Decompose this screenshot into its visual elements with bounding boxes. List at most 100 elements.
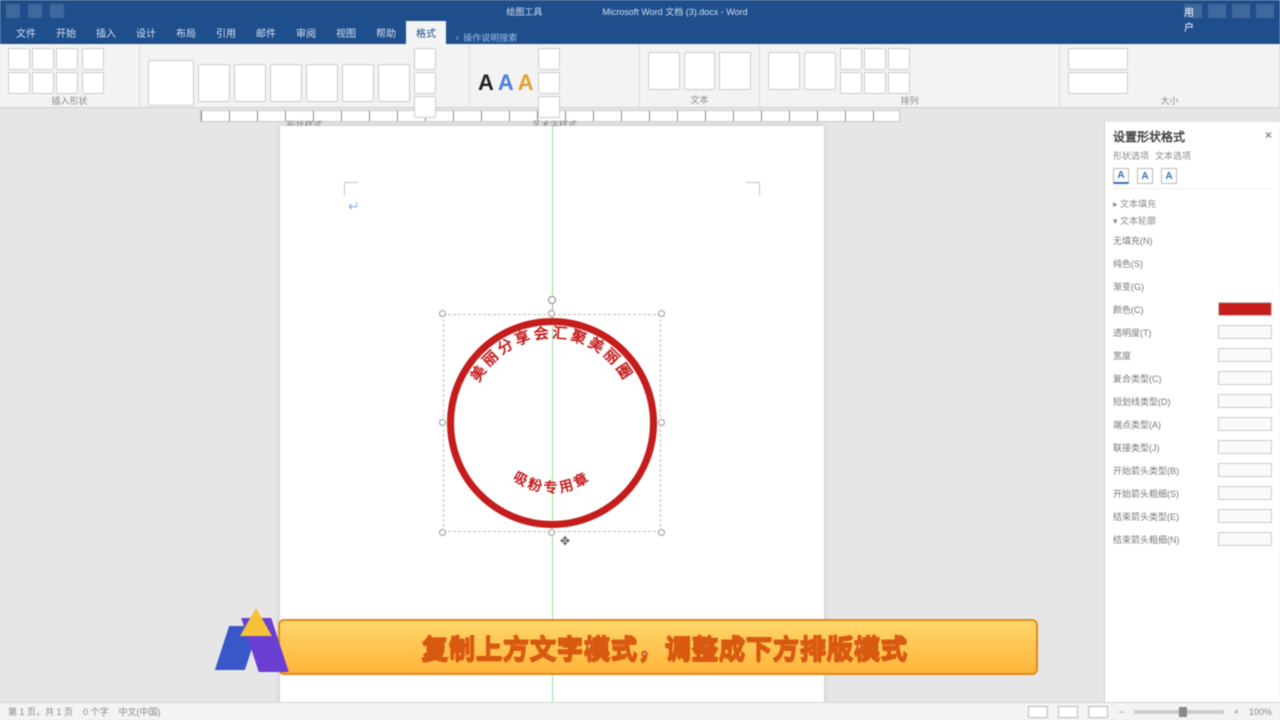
save-icon[interactable] (6, 4, 20, 18)
opt-no-fill[interactable]: 无填充(N) (1113, 234, 1153, 247)
section-text-outline[interactable]: 文本轮廓 (1113, 214, 1272, 227)
edit-shape-icon[interactable] (82, 48, 104, 70)
compound-type-select[interactable] (1218, 371, 1272, 385)
shape-style-preset-1[interactable] (148, 60, 194, 106)
align-button[interactable] (840, 72, 862, 94)
tab-layout[interactable]: 布局 (166, 21, 206, 44)
status-words[interactable]: 0 个字 (83, 705, 109, 718)
shape-textbox-icon[interactable] (32, 72, 54, 94)
shape-effects-button[interactable] (414, 96, 436, 118)
zoom-out-icon[interactable]: − (1118, 707, 1123, 717)
shape-rect-icon[interactable] (8, 48, 30, 70)
tell-me-search[interactable]: ♀ 操作说明搜索 (454, 31, 517, 44)
tab-design[interactable]: 设计 (126, 21, 166, 44)
zoom-slider[interactable] (1134, 710, 1224, 714)
undo-icon[interactable] (28, 4, 42, 18)
selection-pane-button[interactable] (888, 48, 910, 70)
pane-title: 设置形状格式× (1113, 128, 1272, 145)
status-bar: 第 1 页，共 1 页 0 个字 中文(中国) − + 100% (0, 702, 1280, 720)
tab-insert[interactable]: 插入 (86, 21, 126, 44)
cap-type-select[interactable] (1218, 417, 1272, 431)
text-box-icon[interactable] (82, 72, 104, 94)
shape-width-input[interactable] (1068, 72, 1128, 94)
end-arrow-size[interactable] (1218, 532, 1272, 546)
join-type-select[interactable] (1218, 440, 1272, 454)
view-print-icon[interactable] (1058, 706, 1078, 718)
shape-style-preset-6[interactable] (342, 64, 374, 102)
opt-solid[interactable]: 纯色(S) (1113, 257, 1143, 270)
pane-category-layout-icon[interactable]: A (1161, 168, 1177, 184)
tab-mailings[interactable]: 邮件 (246, 21, 286, 44)
shape-fill-button[interactable] (414, 48, 436, 70)
view-web-icon[interactable] (1088, 706, 1108, 718)
shape-style-preset-3[interactable] (234, 64, 266, 102)
begin-arrow-type[interactable] (1218, 463, 1272, 477)
pane-close-icon[interactable]: × (1265, 128, 1272, 142)
shape-style-preset-5[interactable] (306, 64, 338, 102)
selected-shape[interactable]: ✥ 美丽分享会汇聚美丽圈 吸粉专用章 (443, 314, 661, 532)
position-button[interactable] (768, 52, 800, 90)
wordart-style-1[interactable]: A (478, 70, 494, 96)
shape-arrow-icon[interactable] (8, 72, 30, 94)
zoom-level[interactable]: 100% (1249, 707, 1272, 717)
quick-access-toolbar (0, 4, 70, 18)
shape-style-preset-2[interactable] (198, 64, 230, 102)
width-input[interactable] (1218, 348, 1272, 362)
wordart-style-3[interactable]: A (518, 70, 534, 96)
format-shape-pane: 设置形状格式× 形状选项 文本选项 A A A 文本填充 文本轮廓 无填充(N)… (1104, 122, 1280, 702)
status-page[interactable]: 第 1 页，共 1 页 (8, 705, 73, 718)
dash-type-select[interactable] (1218, 394, 1272, 408)
shape-style-preset-4[interactable] (270, 64, 302, 102)
wrap-text-button[interactable] (804, 52, 836, 90)
tab-help[interactable]: 帮助 (366, 21, 406, 44)
align-text-button[interactable] (684, 52, 716, 90)
group-button[interactable] (864, 72, 886, 94)
document-title: Microsoft Word 文档 (3).docx - Word (602, 5, 747, 18)
tab-references[interactable]: 引用 (206, 21, 246, 44)
pane-tab-text-options[interactable]: 文本选项 (1155, 149, 1191, 162)
stamp-text-wrap: 美丽分享会汇聚美丽圈 吸粉专用章 (443, 314, 661, 532)
send-backward-button[interactable] (864, 48, 886, 70)
rotate-button[interactable] (888, 72, 910, 94)
section-text-fill[interactable]: 文本填充 (1113, 197, 1272, 210)
shape-more-icon[interactable] (56, 72, 78, 94)
shape-outline-button[interactable] (414, 72, 436, 94)
tab-home[interactable]: 开始 (46, 21, 86, 44)
end-arrow-type[interactable] (1218, 509, 1272, 523)
shape-line-icon[interactable] (32, 48, 54, 70)
shape-oval-icon[interactable] (56, 48, 78, 70)
status-language[interactable]: 中文(中国) (119, 705, 161, 718)
wordart-style-2[interactable]: A (498, 70, 514, 96)
tab-review[interactable]: 审阅 (286, 21, 326, 44)
zoom-in-icon[interactable]: + (1234, 707, 1239, 717)
redo-icon[interactable] (50, 4, 64, 18)
group-insert-shapes: 插入形状 (8, 94, 131, 106)
tab-view[interactable]: 视图 (326, 21, 366, 44)
pane-tab-shape-options[interactable]: 形状选项 (1113, 149, 1149, 162)
maximize-icon[interactable] (1232, 4, 1250, 18)
shape-height-input[interactable] (1068, 48, 1128, 70)
margin-corner-tl (344, 182, 358, 196)
bring-forward-button[interactable] (840, 48, 862, 70)
rotate-handle[interactable] (548, 296, 556, 304)
pane-category-fill-icon[interactable]: A (1113, 168, 1129, 184)
transparency-input[interactable] (1218, 325, 1272, 339)
caption-bar: 复制上方文字模式，调整成下方排版模式 (278, 619, 1038, 675)
minimize-icon[interactable] (1208, 4, 1226, 18)
text-fill-button[interactable] (538, 48, 560, 70)
color-picker[interactable] (1218, 302, 1272, 316)
begin-arrow-size[interactable] (1218, 486, 1272, 500)
create-link-button[interactable] (719, 52, 751, 90)
opt-gradient[interactable]: 渐变(G) (1113, 280, 1144, 293)
close-icon[interactable] (1256, 4, 1274, 18)
text-direction-button[interactable] (648, 52, 680, 90)
title-bar: 绘图工具 Microsoft Word 文档 (3).docx - Word 用… (0, 0, 1280, 22)
tab-format[interactable]: 格式 (406, 21, 446, 44)
tab-file[interactable]: 文件 (6, 21, 46, 44)
text-outline-button[interactable] (538, 72, 560, 94)
view-read-icon[interactable] (1028, 706, 1048, 718)
text-effects-button[interactable] (538, 96, 560, 118)
user-label[interactable]: 用户 (1184, 4, 1202, 18)
shape-style-preset-7[interactable] (378, 64, 410, 102)
pane-category-effects-icon[interactable]: A (1137, 168, 1153, 184)
